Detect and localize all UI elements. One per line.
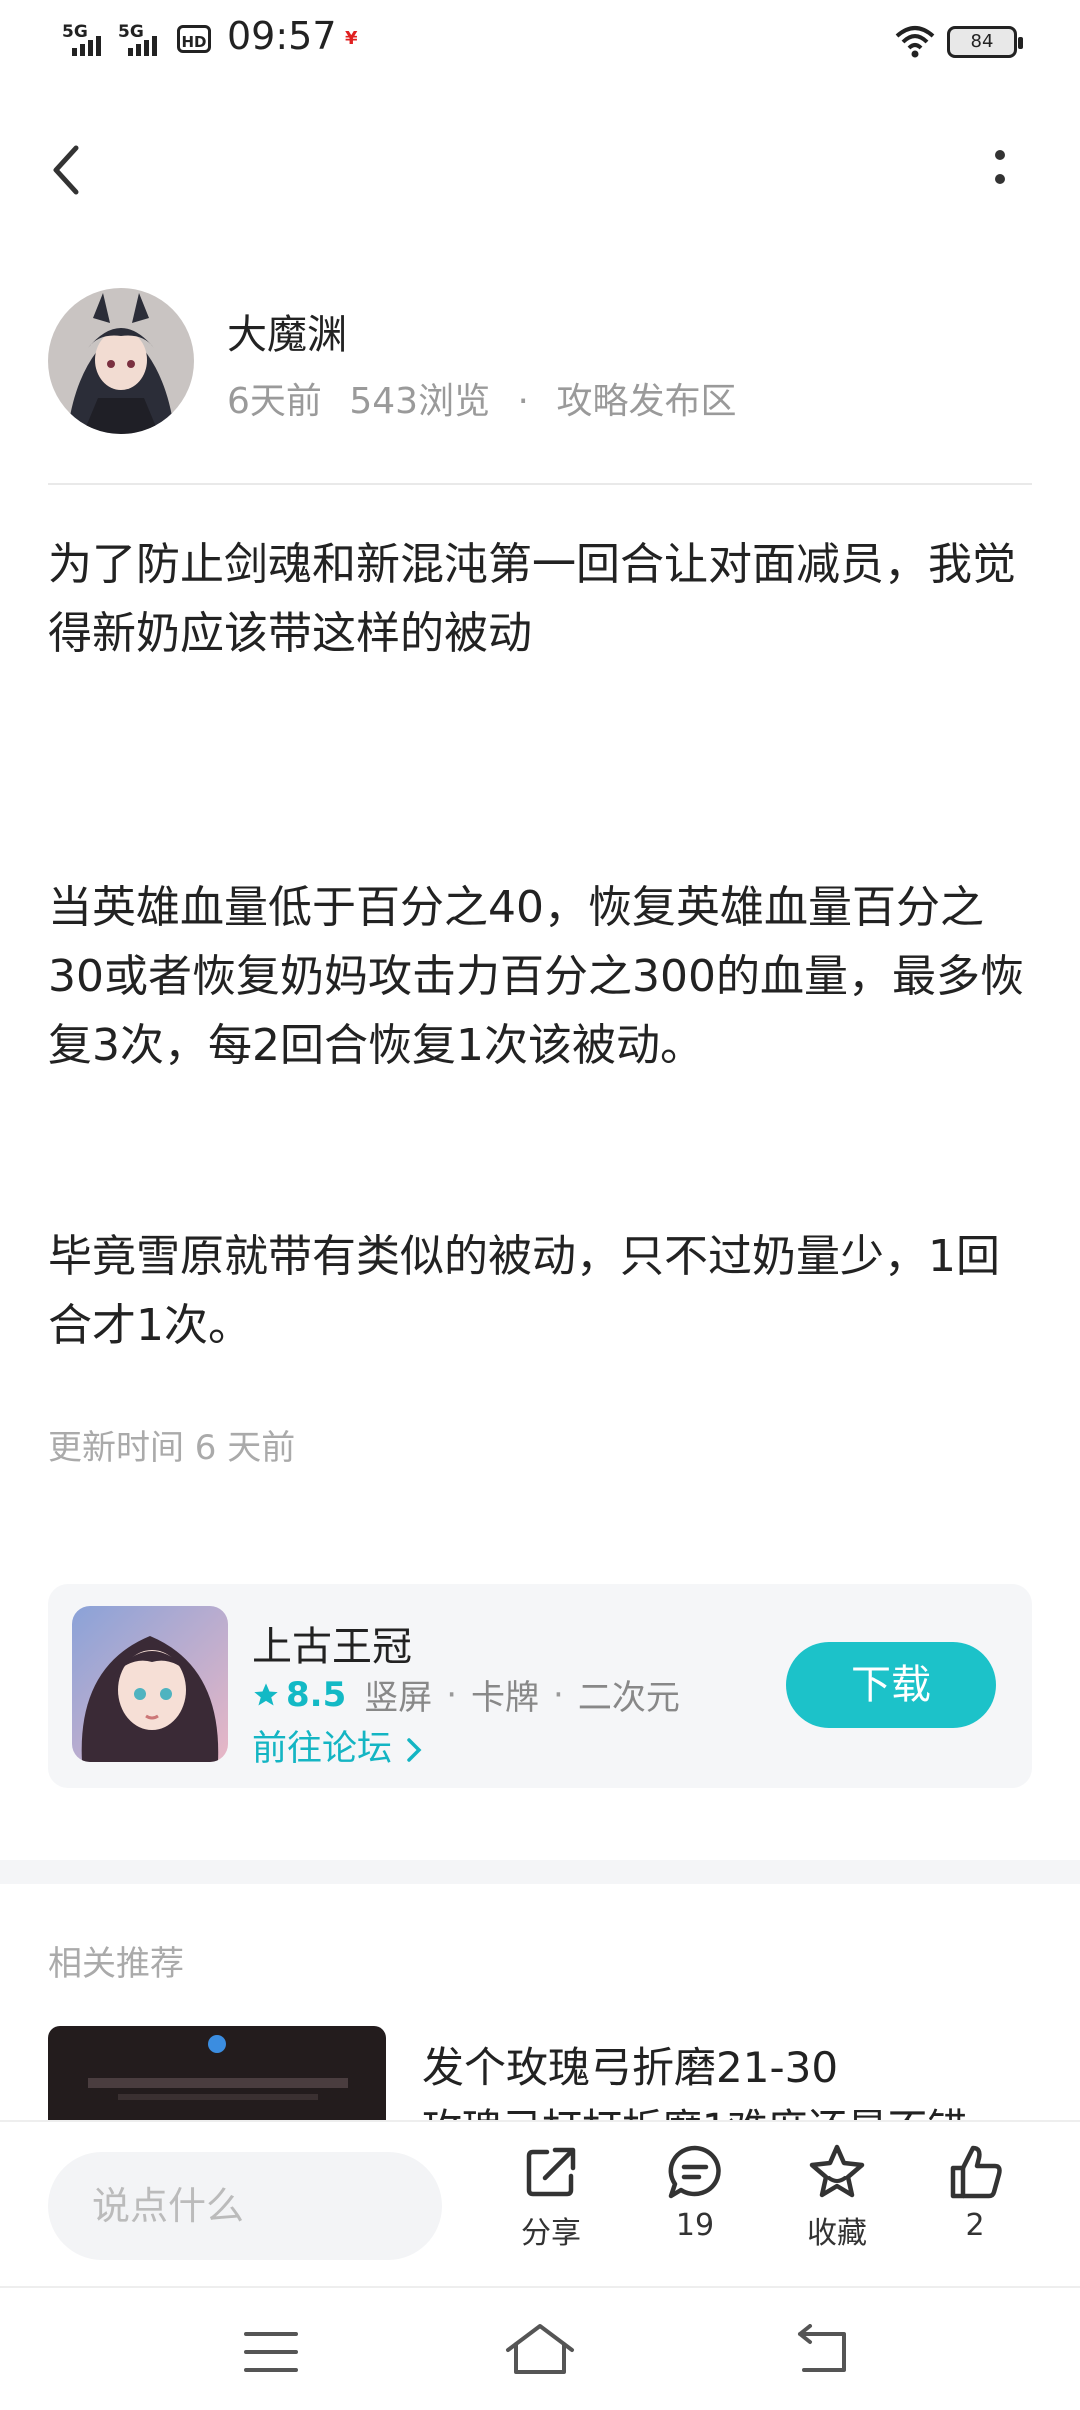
yen-icon: ¥ <box>345 28 358 49</box>
game-icon[interactable] <box>72 1606 228 1762</box>
home-icon[interactable] <box>504 2322 576 2378</box>
tag-separator: · <box>553 1674 564 1715</box>
hd-icon: HD <box>177 25 211 53</box>
star-icon <box>254 1682 278 1705</box>
recommend-item-title[interactable]: 发个玫瑰弓折磨21-30 <box>422 2034 838 2095</box>
comment-input[interactable]: 说点什么 <box>48 2152 442 2260</box>
recommend-title: 相关推荐 <box>48 1944 184 1984</box>
share-icon <box>526 2147 576 2197</box>
back-nav-icon[interactable] <box>796 2324 852 2376</box>
chevron-right-icon <box>407 1738 422 1762</box>
tag-separator: · <box>446 1674 458 1715</box>
game-tag: 卡牌 <box>471 1678 540 1718</box>
post-paragraph: 毕竟雪原就带有类似的被动，只不过奶量少，1回合才1次。 <box>48 1231 1000 1351</box>
updated-time: 更新时间 6 天前 <box>48 1428 296 1468</box>
game-tag: 竖屏 <box>364 1678 433 1718</box>
battery-icon: 84 <box>947 26 1023 58</box>
menu-icon[interactable] <box>244 2330 298 2374</box>
comment-icon <box>668 2145 721 2199</box>
post-meta: 6天前 543浏览 · 攻略发布区 <box>227 372 752 424</box>
more-vertical-icon[interactable] <box>978 145 1022 195</box>
thumbs-up-icon <box>950 2145 1002 2199</box>
forum-link-label: 前往论坛 <box>252 1729 393 1769</box>
post-paragraph: 当英雄血量低于百分之40，恢复英雄血量百分之30或者恢复奶妈攻击力百分之300的… <box>48 882 1024 1071</box>
meta-separator: · <box>517 381 529 422</box>
download-button[interactable]: 下载 <box>786 1642 996 1728</box>
share-button[interactable]: 分享 <box>496 2142 606 2272</box>
favorite-label: 收藏 <box>807 2216 867 2251</box>
comment-count: 19 <box>675 2208 715 2243</box>
game-name[interactable]: 上古王冠 <box>252 1614 412 1672</box>
like-button[interactable]: 2 <box>920 2142 1030 2272</box>
like-count: 2 <box>965 2208 985 2243</box>
avatar[interactable] <box>48 288 194 434</box>
action-bar: 说点什么 分享 19 收藏 2 <box>0 2120 1080 2286</box>
section-separator <box>0 1860 1080 1884</box>
game-card[interactable]: 上古王冠 8.5 竖屏 · 卡牌 · 二次元 前往论坛 下载 <box>48 1584 1032 1788</box>
signal-bars-icon <box>72 36 101 56</box>
recommend-item-subtitle[interactable]: 玫瑰弓打打折磨1难度还是不错… <box>422 2096 1032 2120</box>
forum-link[interactable]: 前往论坛 <box>252 1720 425 1771</box>
chevron-left-icon[interactable] <box>44 140 94 200</box>
post-section[interactable]: 攻略发布区 <box>556 381 736 422</box>
favorite-button[interactable]: 收藏 <box>782 2142 892 2272</box>
post-paragraph: 为了防止剑魂和新混沌第一回合让对面减员，我觉得新奶应该带这样的被动 <box>48 539 1016 659</box>
author-name[interactable]: 大魔渊 <box>227 302 347 360</box>
comment-button[interactable]: 19 <box>640 2142 750 2272</box>
share-label: 分享 <box>521 2216 581 2251</box>
signal-bars-icon <box>128 36 157 56</box>
wifi-icon <box>895 26 935 58</box>
system-nav-bar <box>0 2286 1080 2410</box>
game-rating: 8.5 <box>286 1674 347 1715</box>
star-icon <box>809 2144 865 2198</box>
divider <box>48 483 1032 485</box>
post-time: 6天前 <box>227 381 322 422</box>
clock: 09:57 <box>227 14 337 58</box>
post-views: 543浏览 <box>349 381 491 422</box>
status-bar: 5G 5G HD 09:57 ¥ 84 <box>0 0 1080 80</box>
game-meta: 8.5 竖屏 · 卡牌 · 二次元 <box>252 1670 680 1719</box>
game-tag: 二次元 <box>577 1678 680 1718</box>
